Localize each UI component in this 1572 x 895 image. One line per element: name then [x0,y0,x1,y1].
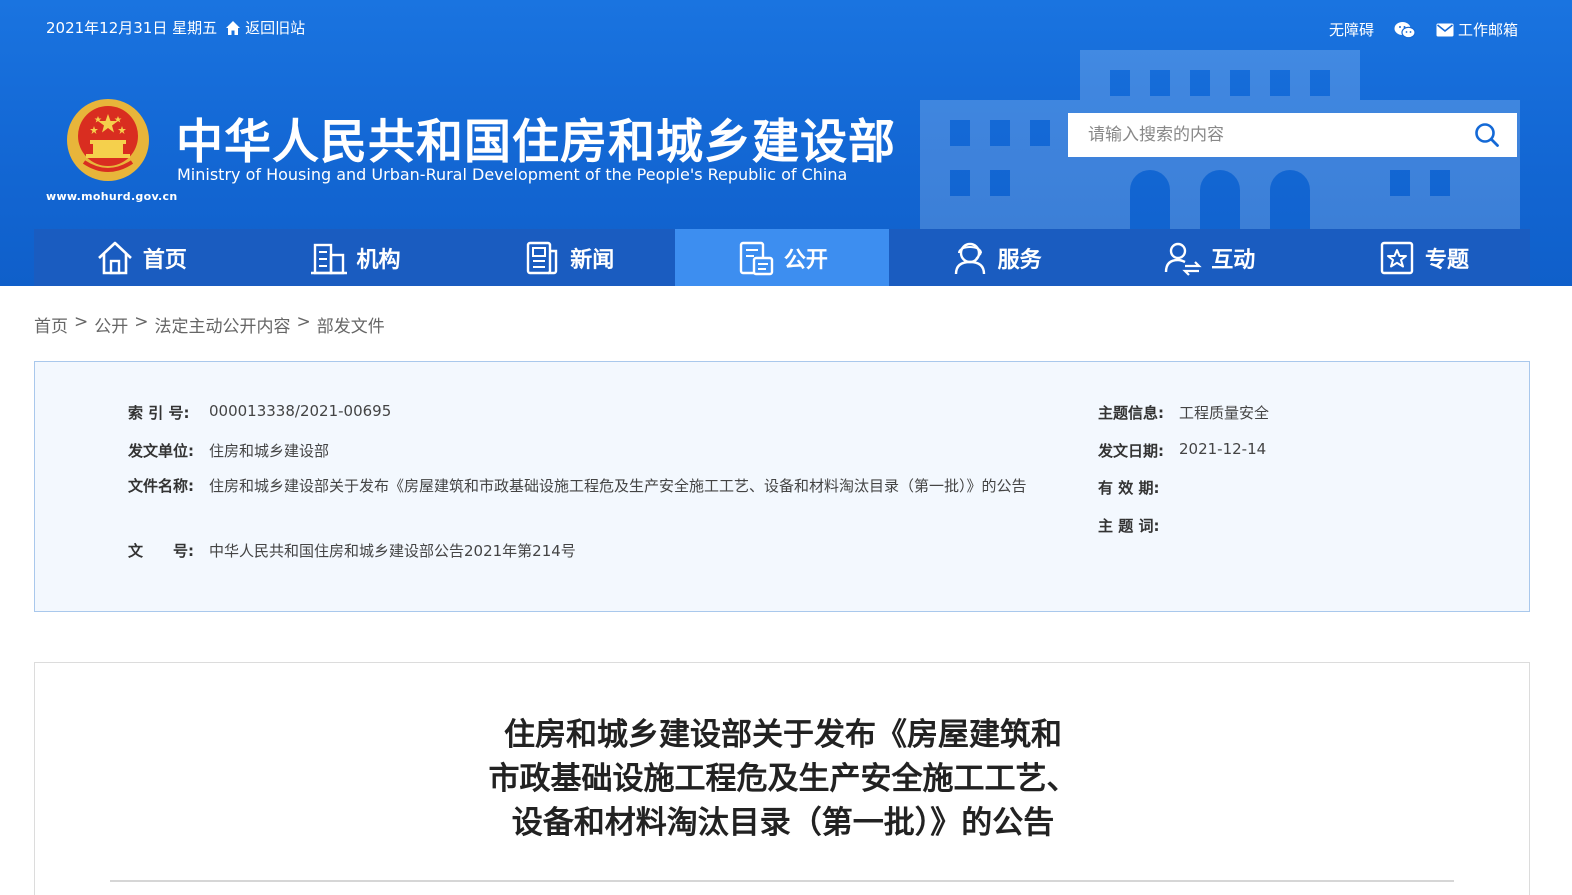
breadcrumb-disclosure[interactable]: 公开 [94,312,128,337]
nav-label-news: 新闻 [570,247,615,273]
search-button[interactable] [1465,113,1509,157]
interaction-icon [1165,242,1202,276]
building-icon [310,243,347,274]
article-title: 住房和城乡建设部关于发布《房屋建筑和 市政基础设施工程危及生产安全施工工艺、 设… [35,713,1531,845]
nav-item-news[interactable]: 新闻 [461,229,675,286]
info-validity: 有 效 期: [1098,479,1160,497]
work-mail-link[interactable]: 工作邮箱 [1458,19,1518,40]
service-icon [954,242,985,274]
nav-item-organization[interactable]: 机构 [248,229,462,286]
title-divider [110,880,1454,882]
info-unit: 发文单位: 住房和城乡建设部 [128,442,330,460]
mail-icon [1436,23,1454,36]
wechat-icon[interactable] [1394,21,1416,39]
nav-item-topic[interactable]: 专题 [1316,229,1530,286]
info-doc-number: 文 号: 中华人民共和国住房和城乡建设部公告2021年第214号 [128,542,576,560]
article-title-line: 市政基础设施工程危及生产安全施工工艺、 [488,761,1078,797]
site-title-cn[interactable]: 中华人民共和国住房和城乡建设部 [176,103,896,172]
search-box [1068,113,1517,157]
site-header: 2021年12月31日 星期五 返回旧站 无障碍 工作邮箱 www.mohurd… [0,0,1572,286]
site-title-en: Ministry of Housing and Urban-Rural Deve… [177,165,848,184]
topbar-right: 无障碍 工作邮箱 [1329,19,1518,40]
nav-label-topic: 专题 [1424,247,1469,273]
nav-label-home: 首页 [142,247,187,273]
nav-label-service: 服务 [997,247,1042,273]
disclosure-icon [739,241,774,275]
national-emblem-logo[interactable] [64,96,152,184]
info-topic: 主题信息: 工程质量安全 [1098,404,1270,422]
search-icon [1475,123,1499,147]
nav-item-disclosure[interactable]: 公开 [675,229,889,286]
search-input[interactable] [1068,113,1465,157]
article-container: 住房和城乡建设部关于发布《房屋建筑和 市政基础设施工程危及生产安全施工工艺、 设… [34,662,1530,895]
breadcrumb-separator: > [74,312,89,332]
info-keywords: 主 题 词: [1098,517,1160,535]
breadcrumb-separator: > [134,312,149,332]
info-date: 发文日期: 2021-12-14 [1098,440,1267,460]
site-url: www.mohurd.gov.cn [46,190,178,203]
nav-item-interaction[interactable]: 互动 [1102,229,1316,286]
topic-icon [1380,241,1414,274]
home-icon [97,241,132,274]
news-icon [527,241,558,274]
breadcrumb-ministry-docs[interactable]: 部发文件 [317,312,385,337]
nav-item-home[interactable]: 首页 [34,229,248,286]
breadcrumb-statutory[interactable]: 法定主动公开内容 [155,312,291,337]
back-old-site-link[interactable]: 返回旧站 [245,17,305,38]
breadcrumb-separator: > [296,312,311,332]
info-index: 索 引 号: 000013338/2021-00695 [128,402,392,422]
document-info-panel: 索 引 号: 000013338/2021-00695 发文单位: 住房和城乡建… [34,361,1530,612]
nav-label-disclosure: 公开 [783,247,828,273]
topbar-left: 2021年12月31日 星期五 返回旧站 [46,17,305,38]
nav-label-interaction: 互动 [1211,247,1256,273]
nav-item-service[interactable]: 服务 [889,229,1103,286]
main-nav: 首页 机构 新闻 公开 服务 互动 专题 [34,229,1530,286]
accessibility-link[interactable]: 无障碍 [1329,19,1374,40]
article-title-line: 住房和城乡建设部关于发布《房屋建筑和 [504,717,1062,753]
breadcrumb-home[interactable]: 首页 [34,312,68,337]
home-icon [226,20,241,35]
current-date: 2021年12月31日 星期五 [46,19,218,37]
breadcrumb: 首页 > 公开 > 法定主动公开内容 > 部发文件 [34,312,385,337]
nav-label-organization: 机构 [356,247,401,273]
article-title-line: 设备和材料淘汰目录（第一批）》的公告 [511,805,1055,841]
info-doc-name: 文件名称: 住房和城乡建设部关于发布《房屋建筑和市政基础设施工程危及生产安全施工… [128,477,1027,495]
